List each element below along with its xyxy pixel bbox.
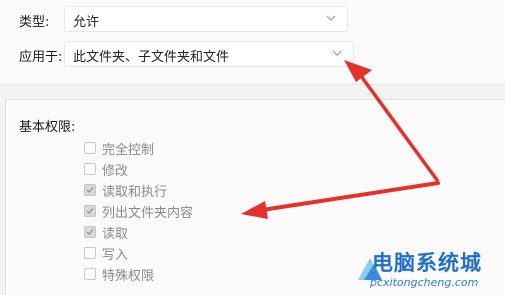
watermark-title: 电脑系统城	[372, 251, 482, 275]
red-arrow-icon	[241, 181, 440, 219]
watermark-url: pcxitongcheng.com	[370, 276, 479, 289]
red-arrow-icon	[344, 60, 439, 182]
site-watermark: 电脑系统城 pcxitongcheng.com	[356, 246, 505, 294]
